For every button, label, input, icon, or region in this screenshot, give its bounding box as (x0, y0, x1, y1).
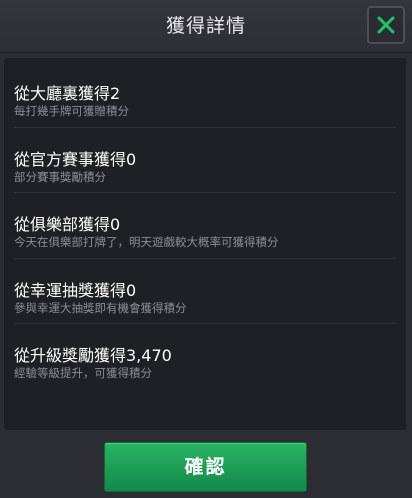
confirm-button-label: 確認 (184, 456, 227, 478)
item-title: 從大廳裏獲得2 (14, 84, 121, 103)
item-title: 從俱樂部獲得0 (14, 215, 121, 234)
list-item-lucky-draw: 從幸運抽獎獲得0 參與幸運大抽獎即有機會獲得積分 (14, 257, 396, 322)
item-description: 經驗等級提升，可獲得積分 (14, 366, 152, 380)
dialog-header: 獲得詳情 (0, 0, 412, 53)
close-button[interactable] (367, 6, 405, 44)
close-icon (377, 16, 395, 34)
item-description: 今天在俱樂部打牌了，明天遊戲較大概率可獲得積分 (14, 235, 279, 249)
item-description: 參與幸運大抽獎即有機會獲得積分 (14, 301, 187, 315)
item-description: 部分賽事獎勵積分 (14, 170, 106, 184)
item-title: 從官方賽事獲得0 (14, 150, 137, 169)
details-panel: 從大廳裏獲得2 每打幾手牌可獲贈積分 從官方賽事獲得0 部分賽事獎勵積分 從俱樂… (4, 58, 406, 430)
list-item-level-up: 從升級獎勵獲得3,470 經驗等級提升，可獲得積分 (14, 322, 396, 387)
item-title: 從升級獎勵獲得3,470 (14, 346, 172, 365)
item-title: 從幸運抽獎獲得0 (14, 281, 137, 300)
dialog-title: 獲得詳情 (165, 15, 246, 37)
list-item-club: 從俱樂部獲得0 今天在俱樂部打牌了，明天遊戲較大概率可獲得積分 (14, 191, 396, 256)
list-item-official-events: 從官方賽事獲得0 部分賽事獎勵積分 (14, 126, 396, 191)
item-description: 每打幾手牌可獲贈積分 (14, 104, 129, 118)
list-item-lobby: 從大廳裏獲得2 每打幾手牌可獲贈積分 (14, 60, 396, 125)
confirm-button[interactable]: 確認 (104, 442, 307, 492)
